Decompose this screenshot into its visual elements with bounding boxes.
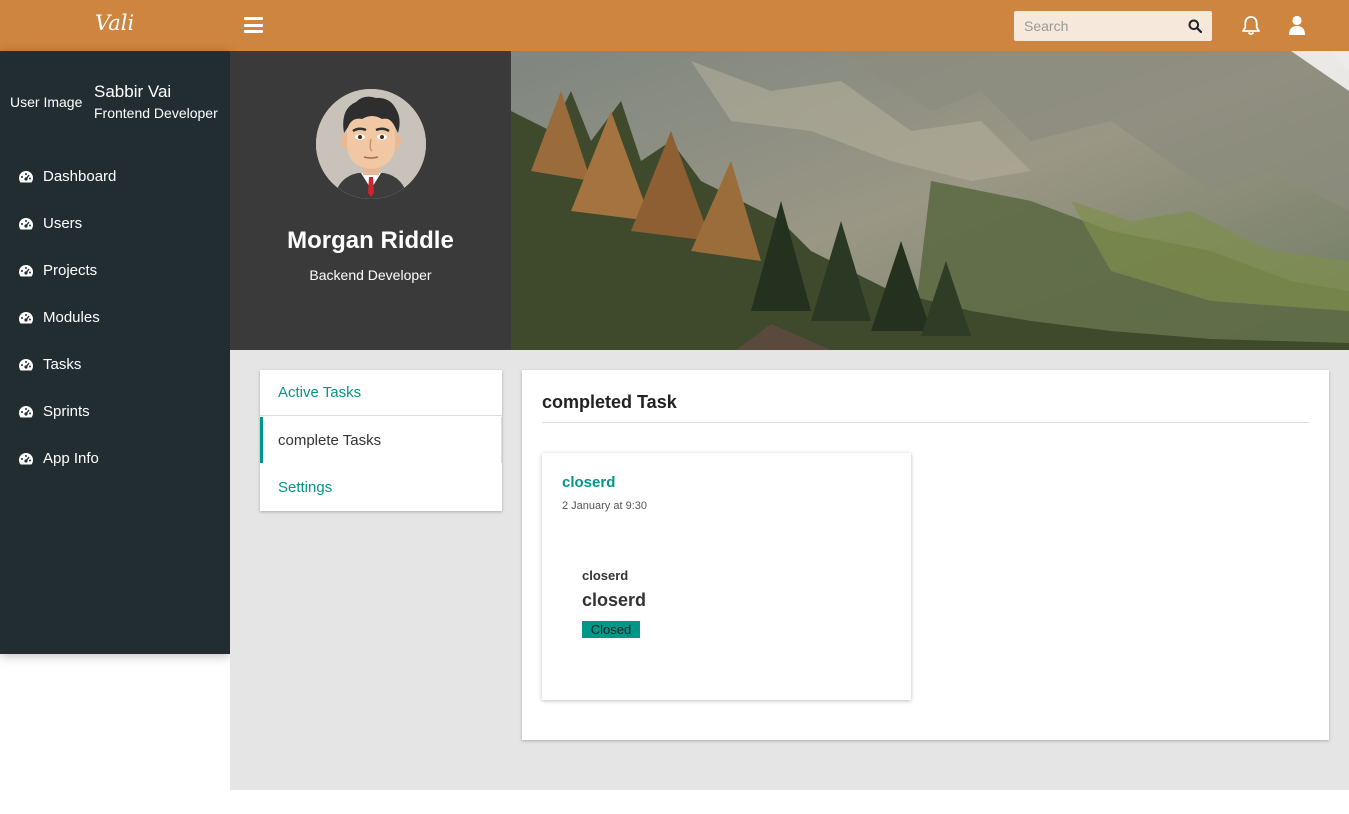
sidebar-item-dashboard[interactable]: Dashboard <box>0 153 230 200</box>
brand-logo[interactable]: Vali <box>95 11 134 35</box>
search-box <box>1014 11 1212 41</box>
task-subtitle: closerd <box>582 568 629 583</box>
app-header: Vali <box>0 0 1349 51</box>
dashboard-icon <box>18 452 34 464</box>
dashboard-icon <box>18 358 34 370</box>
task-card: closerd 2 January at 9:30 closerd closer… <box>542 453 911 700</box>
sidebar-item-sprints[interactable]: Sprints <box>0 388 230 435</box>
sidebar-user-role: Frontend Developer <box>94 105 218 121</box>
sidebar-item-label: Tasks <box>43 356 82 373</box>
sidebar-item-label: Sprints <box>43 403 90 420</box>
dashboard-icon <box>18 405 34 417</box>
status-badge: Closed <box>582 621 640 638</box>
sidebar-item-label: Dashboard <box>43 168 117 185</box>
sidebar-user: User Image Sabbir Vai Frontend Developer <box>0 51 230 154</box>
sidebar-item-modules[interactable]: Modules <box>0 294 230 341</box>
sidebar-item-label: App Info <box>43 450 99 467</box>
profile-card: Morgan Riddle Backend Developer <box>230 51 511 350</box>
panel-title: completed Task <box>542 392 677 412</box>
task-title: closerd <box>582 590 647 610</box>
sidebar-user-name: Sabbir Vai <box>94 82 172 101</box>
sidebar-menu: Dashboard Users Projects Modules Tasks S… <box>0 153 230 482</box>
sidebar-item-label: Projects <box>43 262 98 279</box>
profile-avatar <box>316 89 426 199</box>
tab-active-tasks[interactable]: Active Tasks <box>260 370 502 416</box>
divider <box>542 422 1309 423</box>
sidebar-item-users[interactable]: Users <box>0 200 230 247</box>
sidebar-item-label: Modules <box>43 309 100 326</box>
task-tabs: Active Tasks complete Tasks Settings <box>260 370 502 511</box>
user-icon[interactable] <box>1288 15 1306 36</box>
sidebar-item-projects[interactable]: Projects <box>0 247 230 294</box>
tab-complete-tasks[interactable]: complete Tasks <box>260 417 502 463</box>
user-image: User Image <box>10 94 83 110</box>
dashboard-icon <box>18 311 34 323</box>
sidebar-item-tasks[interactable]: Tasks <box>0 341 230 388</box>
dashboard-icon <box>18 170 34 182</box>
dashboard-icon <box>18 217 34 229</box>
search-input[interactable] <box>1014 11 1184 41</box>
tab-settings[interactable]: Settings <box>260 464 502 510</box>
completed-task-panel: completed Task closerd 2 January at 9:30… <box>522 370 1329 740</box>
sidebar-item-label: Users <box>43 215 83 232</box>
profile-role: Backend Developer <box>309 267 432 283</box>
profile-name: Morgan Riddle <box>287 227 454 254</box>
task-date: 2 January at 9:30 <box>562 500 648 512</box>
dashboard-icon <box>18 264 34 276</box>
sidebar-item-app-info[interactable]: App Info <box>0 435 230 482</box>
sidebar: User Image Sabbir Vai Frontend Developer… <box>0 51 230 654</box>
menu-toggle-icon[interactable] <box>244 17 263 33</box>
task-heading-link[interactable]: closerd <box>562 474 615 491</box>
search-icon[interactable] <box>1188 19 1202 33</box>
cover-image <box>511 51 1349 350</box>
bell-icon[interactable] <box>1241 15 1261 36</box>
